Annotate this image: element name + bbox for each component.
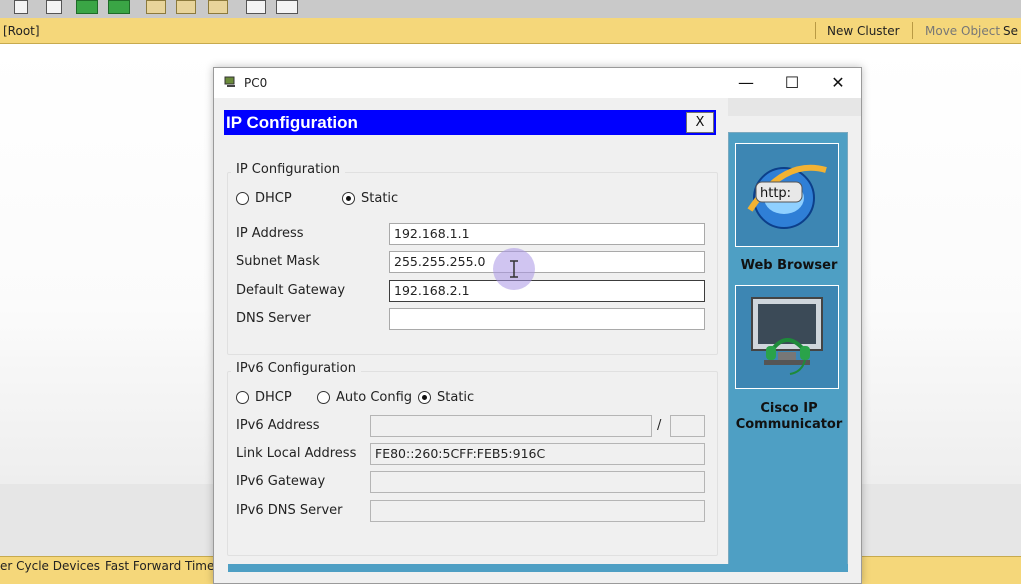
ip-communicator-label[interactable]: Cisco IP Communicator <box>729 401 849 433</box>
ipv6-auto-config-radio[interactable] <box>317 391 330 404</box>
ip-config-title: IP Configuration <box>226 113 358 132</box>
default-gateway-label: Default Gateway <box>236 283 346 298</box>
window-title: PC0 <box>244 76 268 90</box>
ipv6-address-field[interactable] <box>370 415 652 437</box>
dns-server-label: DNS Server <box>236 311 311 326</box>
ipv4-dhcp-label[interactable]: DHCP <box>255 191 292 206</box>
web-browser-icon: http: <box>747 164 827 229</box>
web-browser-tile[interactable]: http: <box>735 143 839 247</box>
ip-address-label: IP Address <box>236 226 304 241</box>
ipv6-gateway-field[interactable] <box>370 471 705 493</box>
ipv6-dns-server-label: IPv6 DNS Server <box>236 503 343 518</box>
toolbar-divider <box>815 22 816 39</box>
window-bottom-strip <box>228 564 848 572</box>
maximize-button[interactable]: ☐ <box>769 68 815 98</box>
ipv6-group-legend: IPv6 Configuration <box>231 361 361 376</box>
ipv4-static-radio[interactable] <box>342 192 355 205</box>
arrow-down-double-icon[interactable] <box>108 0 130 14</box>
zoom-reset-icon[interactable] <box>176 0 196 14</box>
ipv6-gateway-label: IPv6 Gateway <box>236 474 326 489</box>
ipv6-dhcp-radio[interactable] <box>236 391 249 404</box>
http-icon-text: http: <box>760 186 791 201</box>
ipv4-group-legend: IP Configuration <box>231 162 345 177</box>
document-icon[interactable] <box>14 0 28 14</box>
ip-address-field[interactable]: 192.168.1.1 <box>389 223 705 245</box>
mouse-cursor-highlight <box>493 248 535 290</box>
ip-configuration-panel: IP Configuration X IP Configuration DHCP… <box>224 108 719 568</box>
ip-config-close-button[interactable]: X <box>686 112 714 133</box>
pc0-window: PC0 — ☐ ✕ IP Configuration X IP Configur… <box>213 67 862 584</box>
set-tiled-background-button[interactable]: Se <box>1003 24 1018 38</box>
dns-server-field[interactable] <box>389 308 705 330</box>
device-template-icon[interactable] <box>276 0 298 14</box>
root-location-label[interactable]: [Root] <box>3 24 40 38</box>
window-tab-strip <box>728 98 861 116</box>
link-local-address-field[interactable]: FE80::260:5CFF:FEB5:916C <box>370 443 705 465</box>
ipv4-static-label[interactable]: Static <box>361 191 398 206</box>
new-cluster-button[interactable]: New Cluster <box>827 24 900 38</box>
subnet-mask-label: Subnet Mask <box>236 254 320 269</box>
ipv6-prefix-length-field[interactable] <box>670 415 705 437</box>
close-window-button[interactable]: ✕ <box>815 68 861 98</box>
default-gateway-field[interactable]: 192.168.2.1 <box>389 280 705 302</box>
web-browser-label[interactable]: Web Browser <box>729 258 849 274</box>
link-local-address-label: Link Local Address <box>236 446 357 461</box>
power-cycle-devices-button[interactable]: er Cycle Devices <box>0 559 100 573</box>
ipv6-static-radio[interactable] <box>418 391 431 404</box>
ipv6-address-label: IPv6 Address <box>236 418 320 433</box>
ip-communicator-tile[interactable] <box>735 285 839 389</box>
ipv6-dns-server-field[interactable] <box>370 500 705 522</box>
ipv6-static-label[interactable]: Static <box>437 390 474 405</box>
ipv6-dhcp-label[interactable]: DHCP <box>255 390 292 405</box>
main-toolbar <box>0 0 1021 18</box>
ip-config-header: IP Configuration X <box>224 110 716 135</box>
text-cursor-icon <box>510 260 518 278</box>
move-object-button[interactable]: Move Object <box>925 24 1000 38</box>
zoom-in-icon[interactable] <box>146 0 166 14</box>
ipv4-dhcp-radio[interactable] <box>236 192 249 205</box>
fast-forward-time-button[interactable]: Fast Forward Time <box>105 559 214 573</box>
pc-icon <box>224 76 235 87</box>
notes-icon[interactable] <box>46 0 62 14</box>
palette-icon[interactable] <box>246 0 266 14</box>
prefix-slash: / <box>657 418 662 433</box>
subnet-mask-field[interactable]: 255.255.255.0 <box>389 251 705 273</box>
toolbar-divider <box>912 22 913 39</box>
window-titlebar[interactable]: PC0 — ☐ ✕ <box>214 68 861 98</box>
ipv6-auto-config-label[interactable]: Auto Config <box>336 390 412 405</box>
ip-communicator-icon <box>751 297 823 375</box>
minimize-button[interactable]: — <box>723 68 769 98</box>
arrow-down-icon[interactable] <box>76 0 98 14</box>
zoom-out-icon[interactable] <box>208 0 228 14</box>
desktop-apps-panel: http: Web Browser Cisco IP Communicator <box>728 132 848 570</box>
